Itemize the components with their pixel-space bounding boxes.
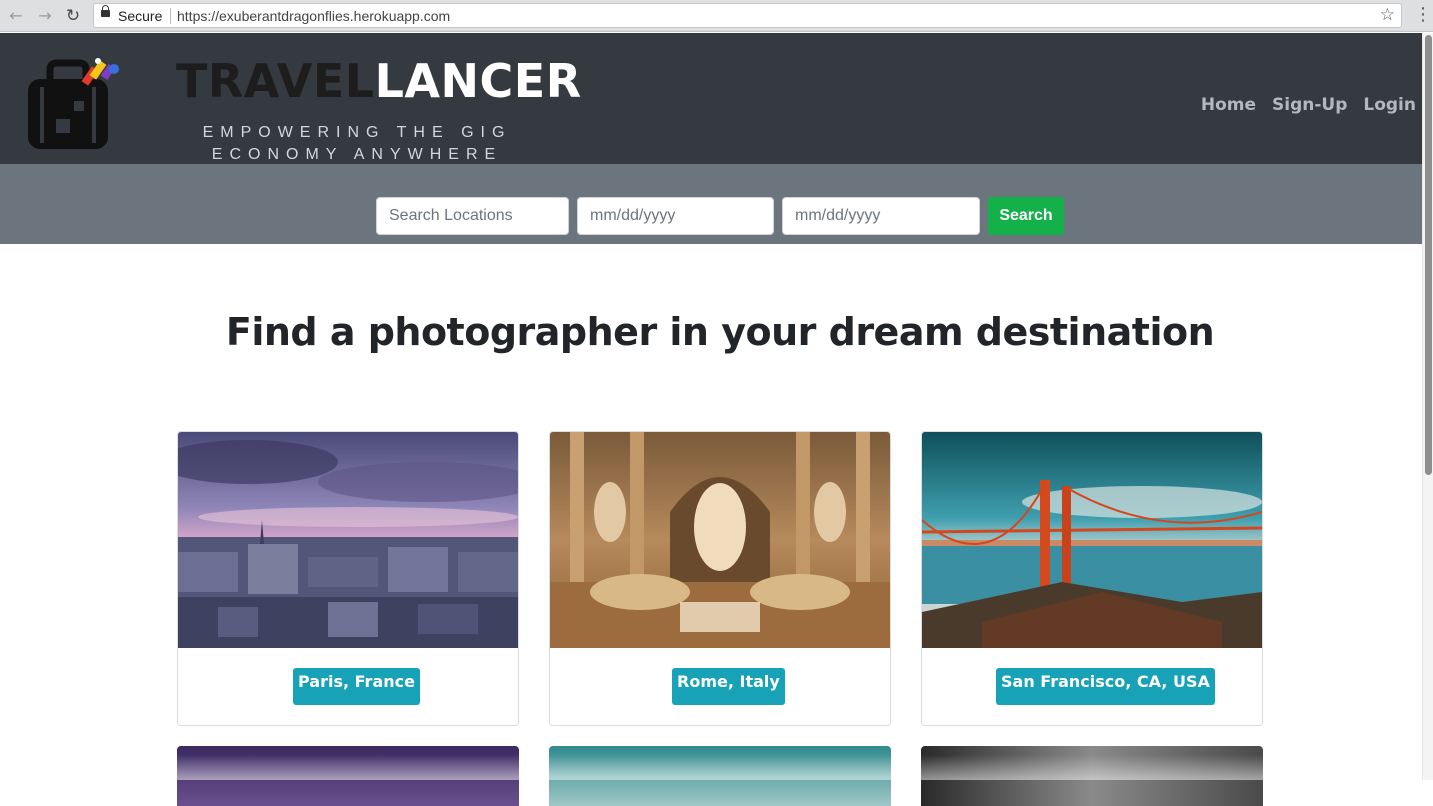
- secure-label: Secure: [118, 8, 163, 24]
- brand-lancer: LANCER: [374, 54, 582, 108]
- page-scrollbar[interactable]: [1422, 33, 1433, 780]
- reload-icon[interactable]: ↻: [63, 6, 83, 26]
- nav-signup[interactable]: Sign-Up: [1272, 95, 1347, 115]
- top-nav: Home Sign-Up Login: [1201, 95, 1416, 115]
- bottom-fade: [0, 755, 1422, 780]
- url-text[interactable]: https://exuberantdragonflies.herokuapp.c…: [177, 8, 450, 24]
- page-headline: Find a photographer in your dream destin…: [225, 310, 1215, 354]
- brand-travel: TRAVEL: [176, 54, 375, 108]
- site-header: TRAVELLANCER EMPOWERING THE GIG ECONOMY …: [0, 33, 1422, 164]
- search-button[interactable]: Search: [988, 197, 1064, 235]
- browser-toolbar: ← → ↻ Secure https://exuberantdragonflie…: [0, 0, 1433, 32]
- rome-photo: [550, 432, 890, 648]
- paris-photo: [178, 432, 518, 648]
- destination-card-paris[interactable]: Paris, France: [177, 431, 519, 726]
- location-search-input[interactable]: [376, 197, 569, 235]
- nav-home[interactable]: Home: [1201, 95, 1256, 115]
- destination-card-rome[interactable]: Rome, Italy: [549, 431, 891, 726]
- address-bar[interactable]: Secure https://exuberantdragonflies.hero…: [93, 3, 1402, 28]
- tagline: EMPOWERING THE GIG ECONOMY ANYWHERE: [202, 124, 512, 163]
- scrollbar-thumb[interactable]: [1425, 35, 1432, 475]
- start-date-input[interactable]: [577, 197, 774, 235]
- lock-icon: [101, 5, 110, 17]
- back-icon[interactable]: ←: [6, 6, 26, 26]
- brand-wordmark[interactable]: TRAVELLANCER: [176, 54, 582, 108]
- end-date-input[interactable]: [782, 197, 980, 235]
- destination-card-san-francisco[interactable]: San Francisco, CA, USA: [921, 431, 1263, 726]
- url-divider: [170, 8, 171, 24]
- search-bar: Search: [0, 164, 1422, 244]
- destination-label[interactable]: San Francisco, CA, USA: [996, 668, 1215, 705]
- suitcase-logo-icon[interactable]: [26, 57, 126, 153]
- destination-label[interactable]: Paris, France: [293, 668, 420, 705]
- bookmark-star-icon[interactable]: ☆: [1380, 5, 1395, 25]
- browser-menu-icon[interactable]: ⋮: [1414, 4, 1432, 28]
- forward-icon[interactable]: →: [35, 6, 55, 26]
- san-francisco-photo: [922, 432, 1262, 648]
- nav-login[interactable]: Login: [1363, 95, 1416, 115]
- destination-label[interactable]: Rome, Italy: [672, 668, 785, 705]
